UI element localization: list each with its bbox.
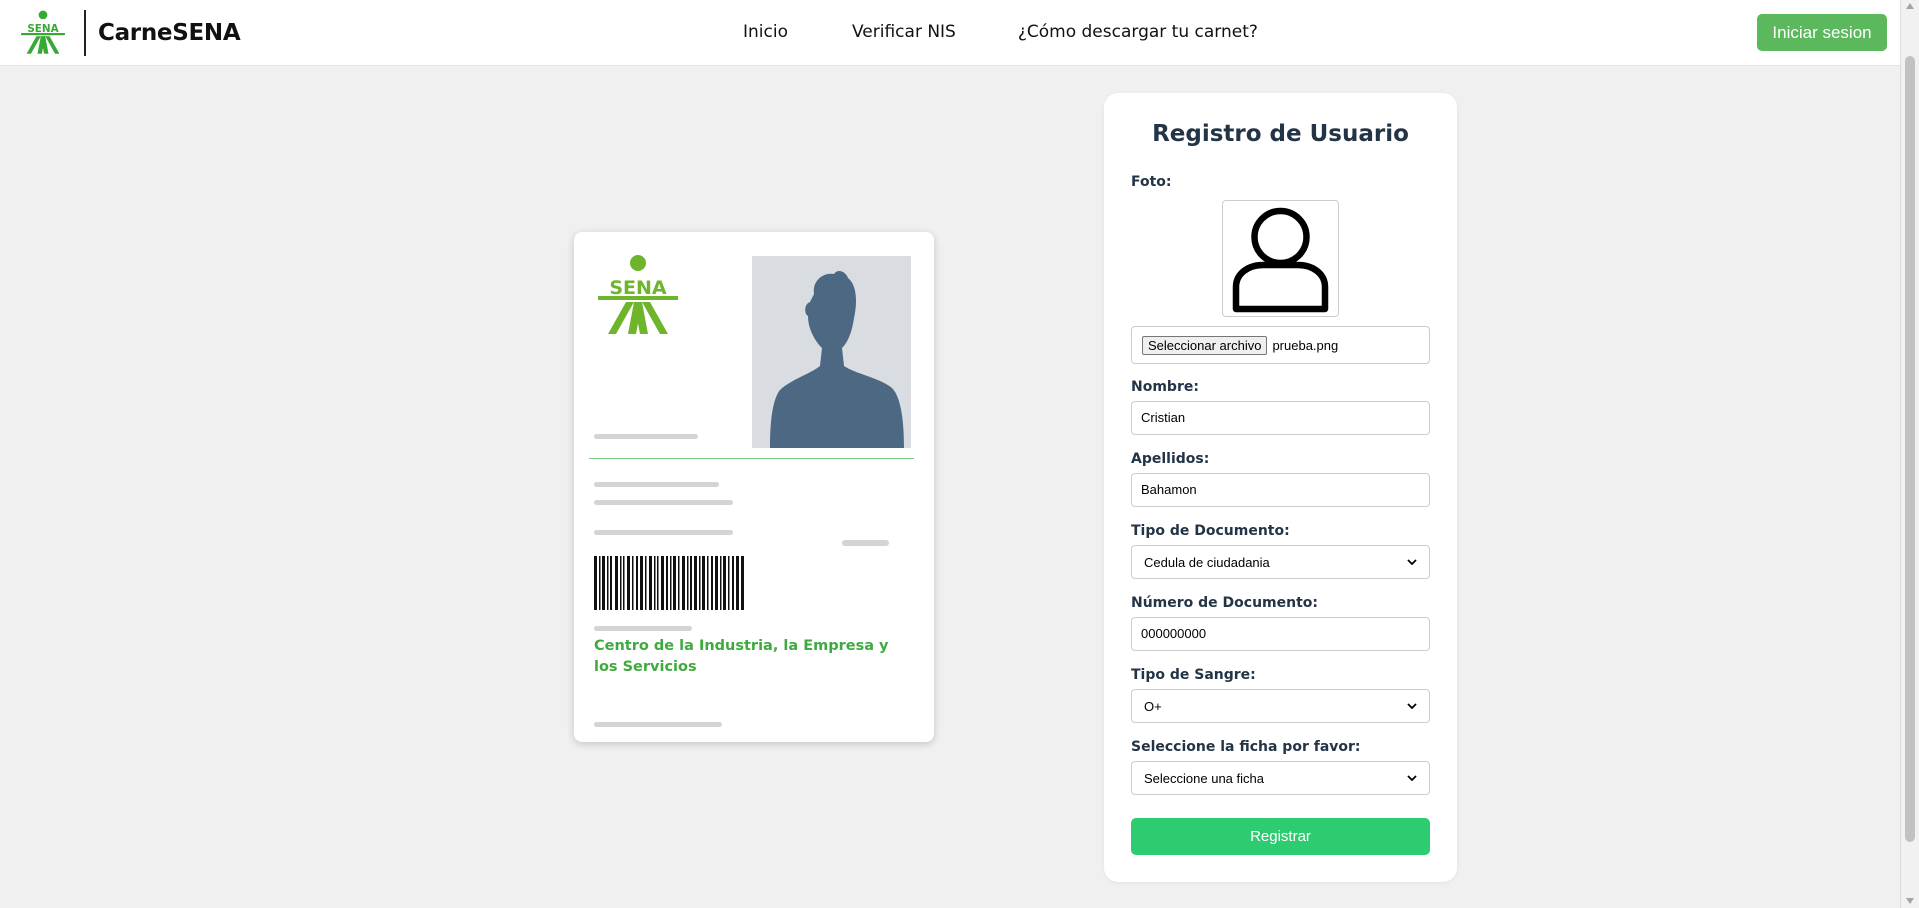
placeholder-line <box>842 540 889 546</box>
choose-file-button[interactable]: Seleccionar archivo <box>1142 335 1268 355</box>
numero-documento-label: Número de Documento: <box>1131 595 1319 611</box>
id-card-preview: SENA Centro de la Industria, la Empresa … <box>574 232 934 742</box>
page-scrollbar[interactable] <box>1900 0 1919 908</box>
photo-preview <box>1222 200 1339 317</box>
tipo-sangre-value: O+ <box>1144 698 1162 714</box>
scroll-down-icon[interactable] <box>1906 898 1914 904</box>
brand[interactable]: SENA CarneSENA <box>20 8 241 58</box>
placeholder-line <box>594 482 719 487</box>
brand-name[interactable]: CarneSENA <box>98 20 241 46</box>
scroll-thumb[interactable] <box>1905 56 1915 842</box>
avatar-icon <box>1232 207 1329 313</box>
selected-file-name: prueba.png <box>1272 337 1339 353</box>
brand-divider <box>84 10 86 56</box>
tipo-documento-select[interactable]: Cedula de ciudadania <box>1131 545 1430 579</box>
ficha-select[interactable]: Seleccione una ficha <box>1131 761 1430 795</box>
registration-form: Registro de Usuario Foto: Seleccionar ar… <box>1104 93 1457 882</box>
login-button[interactable]: Iniciar sesion <box>1757 14 1887 51</box>
nombre-label: Nombre: <box>1131 379 1199 395</box>
apellidos-input[interactable]: Bahamon <box>1131 473 1430 507</box>
top-navbar: SENA CarneSENA Inicio Verificar NIS ¿Cóm… <box>0 0 1900 66</box>
scroll-up-icon[interactable] <box>1906 3 1914 9</box>
sena-logo-icon: SENA <box>598 255 678 334</box>
tipo-documento-value: Cedula de ciudadania <box>1144 554 1270 570</box>
placeholder-line <box>594 626 692 631</box>
tipo-documento-label: Tipo de Documento: <box>1131 523 1290 539</box>
svg-text:SENA: SENA <box>609 277 667 299</box>
photo-file-input[interactable]: Seleccionar archivo prueba.png <box>1131 326 1430 364</box>
placeholder-line <box>594 434 698 439</box>
ficha-value: Seleccione una ficha <box>1144 770 1264 786</box>
placeholder-line <box>594 500 733 505</box>
nav-inicio[interactable]: Inicio <box>743 22 788 42</box>
card-separator <box>589 458 914 459</box>
main-nav: Inicio Verificar NIS ¿Cómo descargar tu … <box>743 22 1322 42</box>
chevron-down-icon <box>1407 775 1417 782</box>
chevron-down-icon <box>1407 559 1417 566</box>
numero-documento-input[interactable]: 000000000 <box>1131 617 1430 651</box>
chevron-down-icon <box>1407 703 1417 710</box>
nav-verificar-nis[interactable]: Verificar NIS <box>852 22 956 42</box>
card-photo <box>752 256 911 448</box>
barcode-icon <box>594 556 744 610</box>
apellidos-label: Apellidos: <box>1131 451 1210 467</box>
placeholder-line <box>594 722 722 727</box>
sena-logo-icon: SENA <box>21 10 65 54</box>
card-center-name: Centro de la Industria, la Empresa y los… <box>594 638 889 675</box>
register-button[interactable]: Registrar <box>1131 818 1430 855</box>
photo-label: Foto: <box>1131 174 1172 190</box>
form-title: Registro de Usuario <box>1152 121 1409 147</box>
tipo-sangre-label: Tipo de Sangre: <box>1131 667 1256 683</box>
placeholder-line <box>594 530 733 535</box>
ficha-label: Seleccione la ficha por favor: <box>1131 739 1361 755</box>
person-silhouette-icon <box>770 271 904 448</box>
nav-como-descargar[interactable]: ¿Cómo descargar tu carnet? <box>1018 22 1258 42</box>
nombre-input[interactable]: Cristian <box>1131 401 1430 435</box>
tipo-sangre-select[interactable]: O+ <box>1131 689 1430 723</box>
